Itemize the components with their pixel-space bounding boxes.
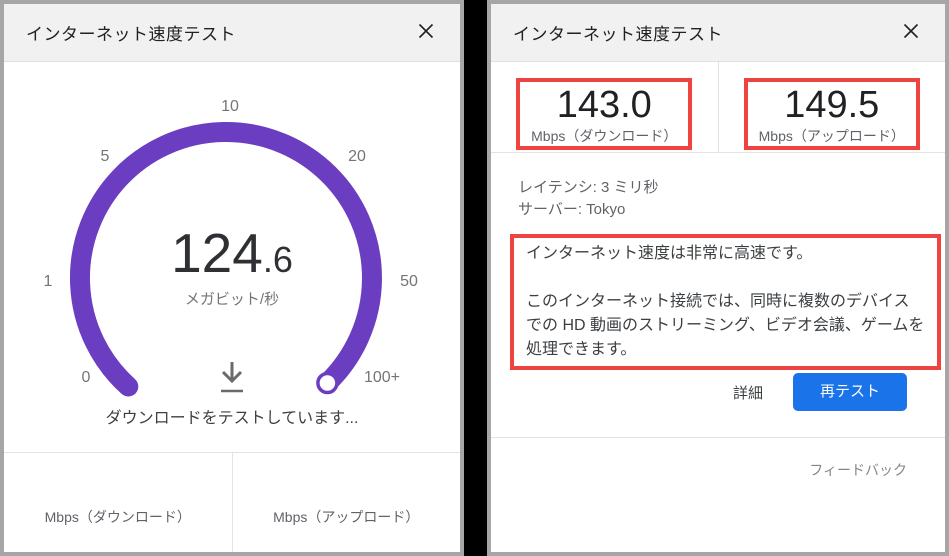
download-arrow-icon <box>4 361 460 395</box>
result-placeholder-row: Mbps（ダウンロード） Mbps（アップロード） <box>4 452 460 552</box>
feedback-link[interactable]: フィードバック <box>809 460 907 480</box>
download-speed-value: 143.0 <box>520 85 688 125</box>
close-icon <box>418 23 434 42</box>
speed-value-integer: 124 <box>171 226 263 280</box>
close-icon <box>903 23 919 42</box>
gauge-tick-10: 10 <box>221 98 239 116</box>
download-result-cell: 143.0 Mbps（ダウンロード） <box>491 62 719 152</box>
speed-gauge: 0 1 5 10 20 50 100+ 124 .6 メガビット/秒 ダウンロー… <box>4 62 460 452</box>
panel-header: インターネット速度テスト <box>491 4 945 62</box>
footer-divider <box>491 437 945 438</box>
upload-result-cell: 149.5 Mbps（アップロード） <box>719 62 946 152</box>
test-status-text: ダウンロードをテストしています... <box>4 404 460 428</box>
speed-unit-label: メガビット/秒 <box>4 288 460 309</box>
speedtest-panel-results: インターネット速度テスト 143.0 Mbps（ダウンロード） 149.5 Mb… <box>487 0 949 556</box>
details-link[interactable]: 詳細 <box>733 382 763 403</box>
upload-placeholder-cell: Mbps（アップロード） <box>233 453 461 552</box>
retest-button[interactable]: 再テスト <box>793 373 907 411</box>
latency-text: レイテンシ: 3 ミリ秒 <box>518 177 945 199</box>
page-title: インターネット速度テスト <box>513 20 723 45</box>
speedtest-panel-running: インターネット速度テスト 0 1 5 10 20 50 100+ 124 .6 … <box>0 0 464 556</box>
server-text: サーバー: Tokyo <box>518 199 945 221</box>
close-button[interactable] <box>418 23 434 42</box>
download-placeholder-cell: Mbps（ダウンロード） <box>4 453 233 552</box>
summary-annotation-box: インターネット速度は非常に高速です。 このインターネット接続では、同時に複数のデ… <box>510 234 941 370</box>
actions-row: 詳細 再テスト <box>733 373 907 411</box>
upload-annotation-box: 149.5 Mbps（アップロード） <box>744 78 920 150</box>
summary-headline: インターネット速度は非常に高速です。 <box>526 242 925 266</box>
upload-speed-label: Mbps（アップロード） <box>748 126 916 146</box>
download-speed-label: Mbps（ダウンロード） <box>520 126 688 146</box>
close-button[interactable] <box>903 23 919 42</box>
speed-value-decimal: .6 <box>263 239 293 281</box>
gauge-tick-20: 20 <box>348 148 366 166</box>
page-title: インターネット速度テスト <box>26 20 236 45</box>
current-speed-value: 124 .6 <box>4 226 460 281</box>
connection-info: レイテンシ: 3 ミリ秒 サーバー: Tokyo <box>491 153 945 221</box>
gauge-tick-5: 5 <box>101 148 110 166</box>
summary-body: このインターネット接続では、同時に複数のデバイスでの HD 動画のストリーミング… <box>526 290 925 362</box>
download-annotation-box: 143.0 Mbps（ダウンロード） <box>516 78 692 150</box>
upload-speed-value: 149.5 <box>748 85 916 125</box>
results-row: 143.0 Mbps（ダウンロード） 149.5 Mbps（アップロード） <box>491 62 945 153</box>
panel-header: インターネット速度テスト <box>4 4 460 62</box>
